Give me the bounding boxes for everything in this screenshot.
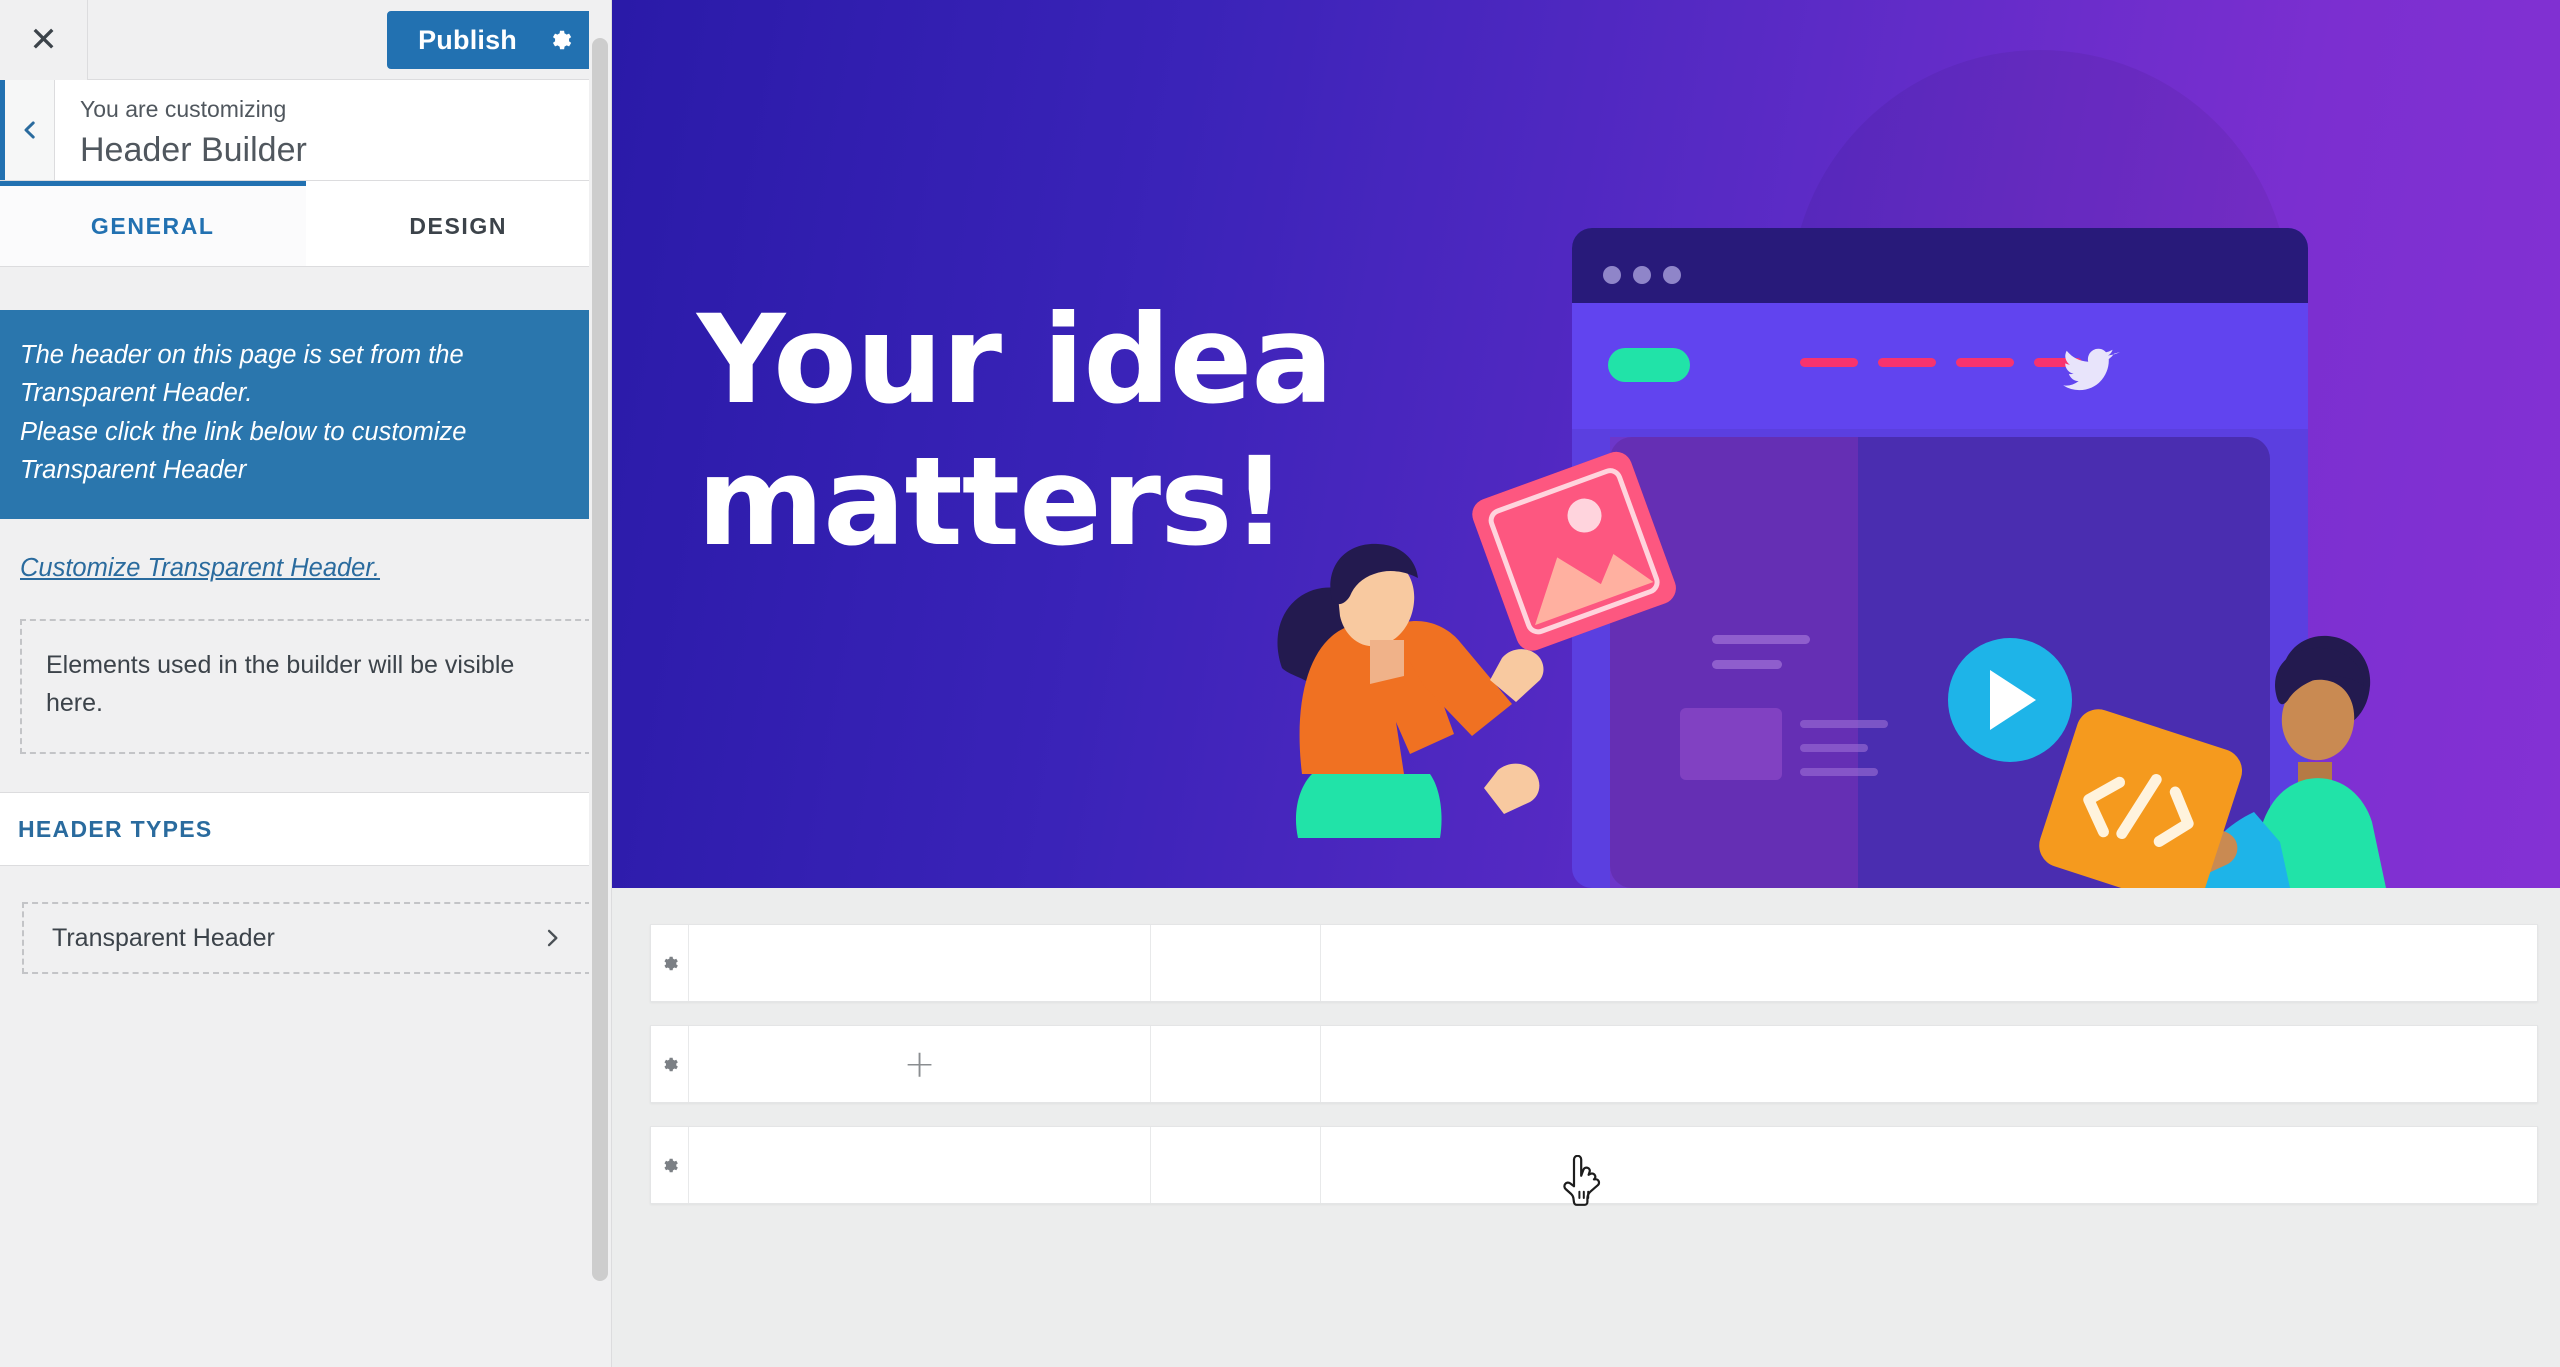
builder-cell-right[interactable] (1321, 1026, 2537, 1102)
header-types-label: HEADER TYPES (18, 815, 213, 842)
panel-eyebrow: You are customizing (80, 96, 287, 122)
header-types-section-header: HEADER TYPES (0, 792, 611, 866)
row-settings-button[interactable] (651, 1127, 689, 1203)
gear-icon (664, 1158, 678, 1172)
builder-row-above-header[interactable] (650, 924, 2538, 1002)
customizer-sidebar: ✕ Publish You are customizing Header Bui… (0, 0, 612, 1367)
elements-placeholder-text: Elements used in the builder will be vis… (46, 651, 515, 717)
elements-placeholder-wrap: Elements used in the builder will be vis… (0, 619, 611, 792)
elements-placeholder-box: Elements used in the builder will be vis… (20, 619, 591, 754)
sidebar-scrollbar-thumb[interactable] (592, 38, 608, 1281)
panel-header: You are customizing Header Builder (0, 80, 611, 181)
panel-tabs: GENERAL DESIGN (0, 181, 611, 267)
gear-icon (664, 1057, 678, 1071)
builder-cell-center-add[interactable]: + (689, 1026, 1151, 1102)
tab-general[interactable]: GENERAL (0, 181, 306, 266)
builder-row-below-header[interactable] (650, 1126, 2538, 1204)
customizer-topbar: ✕ Publish (0, 0, 611, 80)
builder-row-primary-header[interactable]: + (650, 1025, 2538, 1103)
panel-back-button[interactable] (0, 80, 55, 180)
notice-line-1: The header on this page is set from the … (20, 341, 464, 408)
customize-transparent-header-link[interactable]: Customize Transparent Header. (20, 554, 380, 583)
publish-button-label: Publish (418, 24, 517, 55)
site-preview: Your idea matters! + (612, 0, 2560, 1367)
publish-button-group: Publish (387, 11, 596, 69)
gear-icon[interactable] (547, 27, 573, 53)
builder-cell-right[interactable] (1321, 1127, 2537, 1203)
builder-cell-right[interactable] (1321, 925, 2537, 1001)
chevron-right-icon (547, 929, 558, 947)
builder-cell-center[interactable] (689, 925, 1151, 1001)
close-icon: ✕ (29, 20, 58, 60)
notice-link-wrap: Customize Transparent Header. (0, 554, 611, 619)
transparent-header-notice: The header on this page is set from the … (0, 310, 611, 519)
sidebar-scrollbar-track[interactable] (589, 0, 611, 1367)
header-builder-area: + (612, 888, 2560, 1204)
builder-cell-middle[interactable] (1151, 1026, 1321, 1102)
header-type-transparent-header[interactable]: Transparent Header (22, 902, 591, 974)
gear-icon (664, 956, 678, 970)
builder-cell-middle[interactable] (1151, 1127, 1321, 1203)
panel-title-block: You are customizing Header Builder (55, 80, 307, 180)
header-types-body: Transparent Header (0, 866, 611, 974)
header-type-label: Transparent Header (52, 923, 275, 952)
sidebar-spacer (0, 267, 611, 310)
chevron-left-icon (24, 121, 35, 139)
notice-line-2: Please click the link below to customize… (20, 417, 467, 484)
customizer-app: ✕ Publish You are customizing Header Bui… (0, 0, 2560, 1367)
close-customizer-button[interactable]: ✕ (0, 0, 88, 80)
row-settings-button[interactable] (651, 1026, 689, 1102)
hero-banner: Your idea matters! (612, 0, 2560, 888)
publish-button[interactable]: Publish (387, 11, 596, 69)
notice-gap (0, 519, 611, 554)
tab-design[interactable]: DESIGN (305, 181, 611, 266)
hero-heading: Your idea matters! (697, 289, 1334, 573)
builder-cell-center[interactable] (689, 1127, 1151, 1203)
builder-cell-middle[interactable] (1151, 925, 1321, 1001)
team-building-website-illustration (1277, 50, 2386, 888)
row-settings-button[interactable] (651, 925, 689, 1001)
page-title: Header Builder (80, 130, 307, 169)
add-element-icon[interactable]: + (904, 1045, 936, 1083)
